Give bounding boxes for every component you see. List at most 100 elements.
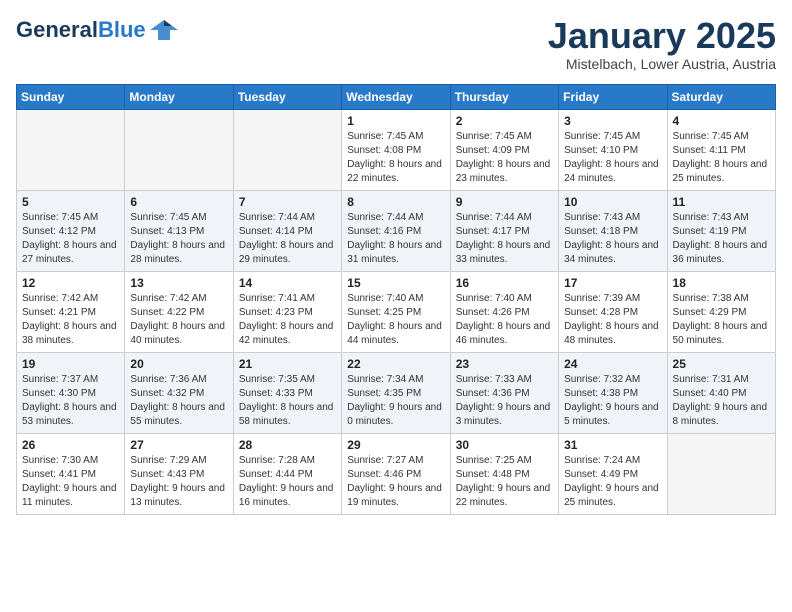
calendar-cell: 7 Sunrise: 7:44 AM Sunset: 4:14 PM Daylig… xyxy=(233,190,341,271)
calendar-week-row: 26 Sunrise: 7:30 AM Sunset: 4:41 PM Dayli… xyxy=(17,433,776,514)
calendar-cell: 16Sunrise: 7:40 AM Sunset: 4:26 PM Dayli… xyxy=(450,271,558,352)
calendar-table: SundayMondayTuesdayWednesdayThursdayFrid… xyxy=(16,84,776,515)
page-header: GeneralBlue January 2025 Mistelbach, Low… xyxy=(16,16,776,72)
day-header-tuesday: Tuesday xyxy=(233,84,341,109)
day-number: 31 xyxy=(564,438,661,452)
logo: GeneralBlue xyxy=(16,16,178,44)
day-number: 29 xyxy=(347,438,444,452)
day-info: Sunrise: 7:30 AM Sunset: 4:41 PM Dayligh… xyxy=(22,454,119,510)
calendar-cell: 28 Sunrise: 7:28 AM Sunset: 4:44 PM Dayli… xyxy=(233,433,341,514)
month-title: January 2025 xyxy=(548,16,776,56)
day-number: 26 xyxy=(22,438,119,452)
day-info: Sunrise: 7:37 AM Sunset: 4:30 PM Dayligh… xyxy=(22,373,119,429)
day-header-wednesday: Wednesday xyxy=(342,84,450,109)
day-number: 6 xyxy=(130,195,227,209)
calendar-header-row: SundayMondayTuesdayWednesdayThursdayFrid… xyxy=(17,84,776,109)
calendar-cell: 25Sunrise: 7:31 AM Sunset: 4:40 PM Dayli… xyxy=(667,352,775,433)
day-number: 23 xyxy=(456,357,553,371)
calendar-week-row: 19 Sunrise: 7:37 AM Sunset: 4:30 PM Dayli… xyxy=(17,352,776,433)
calendar-cell: 23 Sunrise: 7:33 AM Sunset: 4:36 PM Dayli… xyxy=(450,352,558,433)
calendar-cell: 19 Sunrise: 7:37 AM Sunset: 4:30 PM Dayli… xyxy=(17,352,125,433)
day-number: 28 xyxy=(239,438,336,452)
day-info: Sunrise: 7:35 AM Sunset: 4:33 PM Dayligh… xyxy=(239,373,336,429)
day-header-sunday: Sunday xyxy=(17,84,125,109)
day-number: 14 xyxy=(239,276,336,290)
day-info: Sunrise: 7:24 AM Sunset: 4:49 PM Dayligh… xyxy=(564,454,661,510)
day-number: 13 xyxy=(130,276,227,290)
calendar-cell: 2Sunrise: 7:45 AM Sunset: 4:09 PM Daylig… xyxy=(450,109,558,190)
calendar-cell: 3 Sunrise: 7:45 AM Sunset: 4:10 PM Daylig… xyxy=(559,109,667,190)
calendar-cell: 24Sunrise: 7:32 AM Sunset: 4:38 PM Dayli… xyxy=(559,352,667,433)
day-info: Sunrise: 7:27 AM Sunset: 4:46 PM Dayligh… xyxy=(347,454,444,510)
day-number: 5 xyxy=(22,195,119,209)
calendar-week-row: 12Sunrise: 7:42 AM Sunset: 4:21 PM Dayli… xyxy=(17,271,776,352)
day-info: Sunrise: 7:45 AM Sunset: 4:09 PM Dayligh… xyxy=(456,130,553,186)
day-number: 17 xyxy=(564,276,661,290)
calendar-cell: 31 Sunrise: 7:24 AM Sunset: 4:49 PM Dayli… xyxy=(559,433,667,514)
day-info: Sunrise: 7:41 AM Sunset: 4:23 PM Dayligh… xyxy=(239,292,336,348)
day-info: Sunrise: 7:45 AM Sunset: 4:10 PM Dayligh… xyxy=(564,130,661,186)
logo-bird-icon xyxy=(150,16,178,44)
day-number: 19 xyxy=(22,357,119,371)
calendar-cell: 20 Sunrise: 7:36 AM Sunset: 4:32 PM Dayli… xyxy=(125,352,233,433)
day-info: Sunrise: 7:43 AM Sunset: 4:19 PM Dayligh… xyxy=(673,211,770,267)
calendar-cell: 12Sunrise: 7:42 AM Sunset: 4:21 PM Dayli… xyxy=(17,271,125,352)
title-block: January 2025 Mistelbach, Lower Austria, … xyxy=(548,16,776,72)
day-number: 22 xyxy=(347,357,444,371)
calendar-week-row: 5 Sunrise: 7:45 AM Sunset: 4:12 PM Daylig… xyxy=(17,190,776,271)
day-header-friday: Friday xyxy=(559,84,667,109)
day-info: Sunrise: 7:25 AM Sunset: 4:48 PM Dayligh… xyxy=(456,454,553,510)
day-info: Sunrise: 7:42 AM Sunset: 4:21 PM Dayligh… xyxy=(22,292,119,348)
day-number: 16 xyxy=(456,276,553,290)
day-info: Sunrise: 7:45 AM Sunset: 4:12 PM Dayligh… xyxy=(22,211,119,267)
calendar-cell: 22 Sunrise: 7:34 AM Sunset: 4:35 PM Dayli… xyxy=(342,352,450,433)
day-info: Sunrise: 7:34 AM Sunset: 4:35 PM Dayligh… xyxy=(347,373,444,429)
day-number: 20 xyxy=(130,357,227,371)
day-info: Sunrise: 7:44 AM Sunset: 4:14 PM Dayligh… xyxy=(239,211,336,267)
day-info: Sunrise: 7:33 AM Sunset: 4:36 PM Dayligh… xyxy=(456,373,553,429)
calendar-cell: 10 Sunrise: 7:43 AM Sunset: 4:18 PM Dayli… xyxy=(559,190,667,271)
day-info: Sunrise: 7:45 AM Sunset: 4:08 PM Dayligh… xyxy=(347,130,444,186)
day-info: Sunrise: 7:38 AM Sunset: 4:29 PM Dayligh… xyxy=(673,292,770,348)
calendar-cell: 14 Sunrise: 7:41 AM Sunset: 4:23 PM Dayli… xyxy=(233,271,341,352)
calendar-cell xyxy=(17,109,125,190)
day-info: Sunrise: 7:39 AM Sunset: 4:28 PM Dayligh… xyxy=(564,292,661,348)
calendar-cell: 5 Sunrise: 7:45 AM Sunset: 4:12 PM Daylig… xyxy=(17,190,125,271)
day-number: 7 xyxy=(239,195,336,209)
calendar-cell xyxy=(233,109,341,190)
day-number: 15 xyxy=(347,276,444,290)
calendar-cell xyxy=(667,433,775,514)
calendar-cell: 11 Sunrise: 7:43 AM Sunset: 4:19 PM Dayli… xyxy=(667,190,775,271)
calendar-cell: 26 Sunrise: 7:30 AM Sunset: 4:41 PM Dayli… xyxy=(17,433,125,514)
day-info: Sunrise: 7:44 AM Sunset: 4:16 PM Dayligh… xyxy=(347,211,444,267)
day-info: Sunrise: 7:45 AM Sunset: 4:11 PM Dayligh… xyxy=(673,130,770,186)
day-info: Sunrise: 7:42 AM Sunset: 4:22 PM Dayligh… xyxy=(130,292,227,348)
calendar-cell: 15 Sunrise: 7:40 AM Sunset: 4:25 PM Dayli… xyxy=(342,271,450,352)
day-number: 25 xyxy=(673,357,770,371)
day-number: 11 xyxy=(673,195,770,209)
day-info: Sunrise: 7:44 AM Sunset: 4:17 PM Dayligh… xyxy=(456,211,553,267)
calendar-cell: 27Sunrise: 7:29 AM Sunset: 4:43 PM Dayli… xyxy=(125,433,233,514)
calendar-cell: 21 Sunrise: 7:35 AM Sunset: 4:33 PM Dayli… xyxy=(233,352,341,433)
calendar-cell: 8 Sunrise: 7:44 AM Sunset: 4:16 PM Daylig… xyxy=(342,190,450,271)
calendar-cell: 9 Sunrise: 7:44 AM Sunset: 4:17 PM Daylig… xyxy=(450,190,558,271)
day-number: 3 xyxy=(564,114,661,128)
day-info: Sunrise: 7:28 AM Sunset: 4:44 PM Dayligh… xyxy=(239,454,336,510)
calendar-cell: 1Sunrise: 7:45 AM Sunset: 4:08 PM Daylig… xyxy=(342,109,450,190)
day-info: Sunrise: 7:29 AM Sunset: 4:43 PM Dayligh… xyxy=(130,454,227,510)
day-info: Sunrise: 7:43 AM Sunset: 4:18 PM Dayligh… xyxy=(564,211,661,267)
location-title: Mistelbach, Lower Austria, Austria xyxy=(548,56,776,72)
day-number: 21 xyxy=(239,357,336,371)
day-number: 18 xyxy=(673,276,770,290)
day-number: 10 xyxy=(564,195,661,209)
calendar-cell: 4 Sunrise: 7:45 AM Sunset: 4:11 PM Daylig… xyxy=(667,109,775,190)
calendar-cell: 6Sunrise: 7:45 AM Sunset: 4:13 PM Daylig… xyxy=(125,190,233,271)
day-number: 9 xyxy=(456,195,553,209)
day-info: Sunrise: 7:32 AM Sunset: 4:38 PM Dayligh… xyxy=(564,373,661,429)
day-number: 8 xyxy=(347,195,444,209)
day-info: Sunrise: 7:36 AM Sunset: 4:32 PM Dayligh… xyxy=(130,373,227,429)
calendar-cell: 30 Sunrise: 7:25 AM Sunset: 4:48 PM Dayli… xyxy=(450,433,558,514)
day-number: 4 xyxy=(673,114,770,128)
day-number: 30 xyxy=(456,438,553,452)
day-info: Sunrise: 7:40 AM Sunset: 4:25 PM Dayligh… xyxy=(347,292,444,348)
